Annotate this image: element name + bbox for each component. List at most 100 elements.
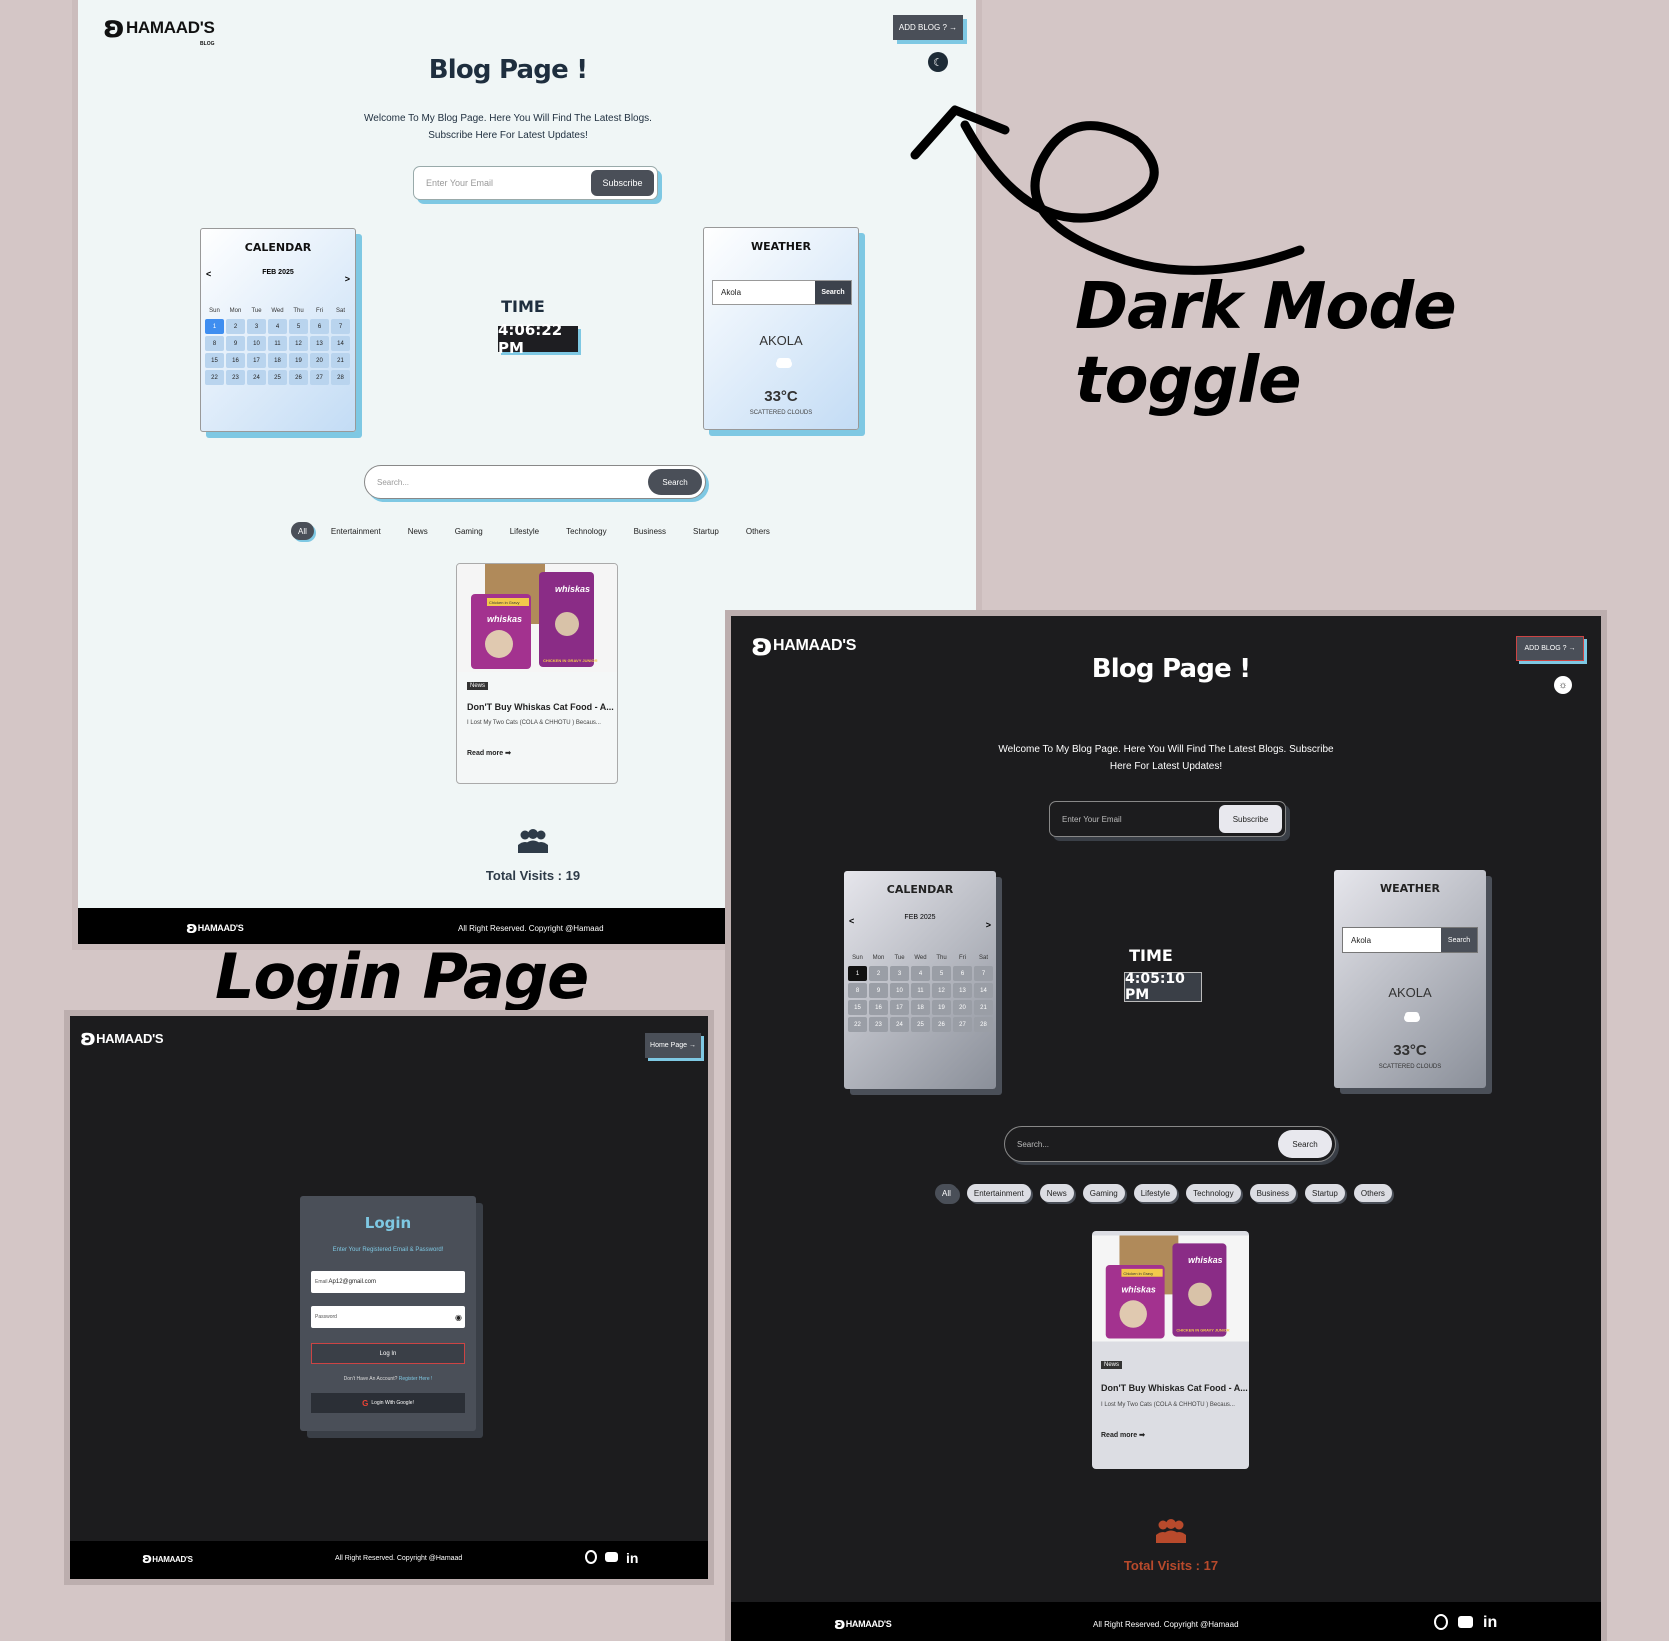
calendar-day-selected[interactable]: 1 xyxy=(848,966,867,981)
calendar-day[interactable]: 2 xyxy=(869,966,888,981)
calendar-day[interactable]: 28 xyxy=(331,370,350,385)
calendar-day[interactable]: 16 xyxy=(226,353,245,368)
calendar-day[interactable]: 23 xyxy=(226,370,245,385)
calendar-day[interactable]: 26 xyxy=(932,1017,951,1032)
calendar-day[interactable]: 21 xyxy=(974,1000,993,1015)
eye-icon[interactable]: ◉ xyxy=(455,1313,462,1322)
calendar-day[interactable]: 2 xyxy=(226,319,245,334)
calendar-day[interactable]: 24 xyxy=(890,1017,909,1032)
calendar-day[interactable]: 14 xyxy=(974,983,993,998)
category-lifestyle[interactable]: Lifestyle xyxy=(1133,1184,1178,1202)
register-link[interactable]: Register Here ! xyxy=(399,1376,433,1382)
email-input[interactable]: Enter Your Email xyxy=(1050,802,1216,836)
calendar-day[interactable]: 23 xyxy=(869,1017,888,1032)
calendar-day[interactable]: 22 xyxy=(848,1017,867,1032)
category-others[interactable]: Others xyxy=(1353,1184,1392,1202)
calendar-day[interactable]: 4 xyxy=(268,319,287,334)
category-others[interactable]: Others xyxy=(739,522,777,540)
calendar-day[interactable]: 11 xyxy=(911,983,930,998)
calendar-day[interactable]: 20 xyxy=(310,353,329,368)
calendar-day[interactable]: 17 xyxy=(890,1000,909,1015)
youtube-icon[interactable] xyxy=(605,1552,618,1562)
category-business[interactable]: Business xyxy=(1249,1184,1297,1202)
category-gaming[interactable]: Gaming xyxy=(448,522,490,540)
read-more-link[interactable]: Read more ➡ xyxy=(467,749,511,757)
brand-logo[interactable]: ʚ HAMAAD'S BLOG xyxy=(103,10,215,47)
blog-search-button[interactable]: Search xyxy=(1278,1130,1332,1158)
calendar-day[interactable]: 19 xyxy=(289,353,308,368)
calendar-day[interactable]: 27 xyxy=(310,370,329,385)
calendar-day[interactable]: 6 xyxy=(310,319,329,334)
calendar-day[interactable]: 18 xyxy=(911,1000,930,1015)
calendar-next-button[interactable]: > xyxy=(986,920,991,930)
footer-logo[interactable]: ʚ HAMAAD'S xyxy=(142,1551,193,1567)
footer-logo[interactable]: ʚ HAMAAD'S xyxy=(834,1614,892,1633)
google-login-button[interactable]: G Login With Google! xyxy=(311,1393,465,1413)
calendar-day[interactable]: 13 xyxy=(310,336,329,351)
category-entertainment[interactable]: Entertainment xyxy=(324,522,388,540)
city-input[interactable]: Akola xyxy=(713,281,815,304)
password-field[interactable]: Password ◉ xyxy=(311,1306,465,1328)
calendar-day[interactable]: 7 xyxy=(331,319,350,334)
github-icon[interactable] xyxy=(585,1550,597,1564)
calendar-day[interactable]: 27 xyxy=(953,1017,972,1032)
add-blog-button[interactable]: ADD BLOG ? → xyxy=(1516,636,1584,661)
calendar-day[interactable]: 3 xyxy=(890,966,909,981)
calendar-day[interactable]: 12 xyxy=(932,983,951,998)
calendar-day[interactable]: 3 xyxy=(247,319,266,334)
category-technology[interactable]: Technology xyxy=(1186,1184,1241,1202)
category-business[interactable]: Business xyxy=(627,522,673,540)
category-startup[interactable]: Startup xyxy=(686,522,726,540)
linkedin-icon[interactable]: in xyxy=(626,1550,638,1566)
github-icon[interactable] xyxy=(1434,1614,1448,1630)
calendar-day[interactable]: 12 xyxy=(289,336,308,351)
calendar-day[interactable]: 24 xyxy=(247,370,266,385)
category-technology[interactable]: Technology xyxy=(559,522,613,540)
category-gaming[interactable]: Gaming xyxy=(1082,1184,1125,1202)
calendar-day[interactable]: 21 xyxy=(331,353,350,368)
dark-mode-toggle[interactable]: ☾ xyxy=(928,52,948,72)
category-lifestyle[interactable]: Lifestyle xyxy=(503,522,546,540)
calendar-day[interactable]: 19 xyxy=(932,1000,951,1015)
login-button[interactable]: Log In xyxy=(311,1343,465,1364)
calendar-day[interactable]: 11 xyxy=(268,336,287,351)
calendar-day[interactable]: 22 xyxy=(205,370,224,385)
read-more-link[interactable]: Read more ➡ xyxy=(1101,1431,1145,1439)
calendar-day[interactable]: 28 xyxy=(974,1017,993,1032)
brand-logo[interactable]: ʚ HAMAAD'S xyxy=(751,628,856,663)
linkedin-icon[interactable]: in xyxy=(1483,1614,1497,1632)
calendar-day-selected[interactable]: 1 xyxy=(205,319,224,334)
add-blog-button[interactable]: ADD BLOG ? → xyxy=(893,15,963,40)
footer-logo[interactable]: ʚ HAMAAD'S xyxy=(186,918,244,937)
brand-logo[interactable]: ʚ HAMAAD'S xyxy=(80,1026,164,1051)
category-all[interactable]: All xyxy=(291,522,314,540)
calendar-next-button[interactable]: > xyxy=(345,274,350,284)
blog-post-card[interactable]: whiskas whiskas Chicken in Gravy CHICKEN… xyxy=(1092,1231,1249,1469)
calendar-day[interactable]: 13 xyxy=(953,983,972,998)
home-page-button[interactable]: Home Page → xyxy=(645,1033,701,1058)
calendar-day[interactable]: 6 xyxy=(953,966,972,981)
calendar-day[interactable]: 8 xyxy=(848,983,867,998)
subscribe-button[interactable]: Subscribe xyxy=(591,170,654,196)
calendar-day[interactable]: 8 xyxy=(205,336,224,351)
calendar-day[interactable]: 7 xyxy=(974,966,993,981)
calendar-day[interactable]: 9 xyxy=(869,983,888,998)
email-field[interactable]: Email Ap12@gmail.com xyxy=(311,1271,465,1293)
calendar-day[interactable]: 16 xyxy=(869,1000,888,1015)
subscribe-button[interactable]: Subscribe xyxy=(1219,805,1282,833)
light-mode-toggle[interactable]: ☼ xyxy=(1554,676,1572,694)
category-entertainment[interactable]: Entertainment xyxy=(966,1184,1031,1202)
calendar-day[interactable]: 5 xyxy=(932,966,951,981)
city-input[interactable]: Akola xyxy=(1343,928,1441,952)
blog-search-input[interactable]: Search... xyxy=(1005,1127,1275,1161)
calendar-day[interactable]: 25 xyxy=(911,1017,930,1032)
blog-search-button[interactable]: Search xyxy=(648,469,702,495)
calendar-day[interactable]: 15 xyxy=(205,353,224,368)
youtube-icon[interactable] xyxy=(1458,1616,1473,1628)
calendar-day[interactable]: 14 xyxy=(331,336,350,351)
category-news[interactable]: News xyxy=(401,522,435,540)
email-input[interactable]: Enter Your Email xyxy=(414,167,588,199)
calendar-day[interactable]: 26 xyxy=(289,370,308,385)
calendar-day[interactable]: 25 xyxy=(268,370,287,385)
category-news[interactable]: News xyxy=(1039,1184,1074,1202)
